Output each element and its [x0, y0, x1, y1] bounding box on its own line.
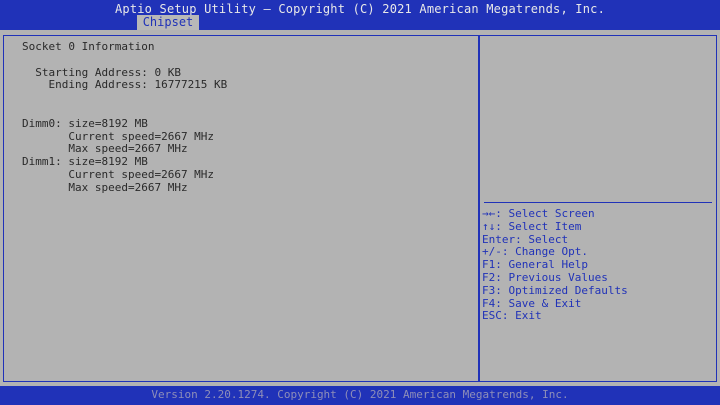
key-help-item: ESC: Exit — [482, 309, 628, 323]
key-desc: : Select — [515, 232, 569, 246]
key-name: F1 — [482, 258, 496, 272]
key-name: →← — [482, 207, 496, 220]
dimm0-size: Dimm0: size=8192 MB — [22, 116, 148, 130]
key-desc: : Optimized Defaults — [495, 283, 628, 297]
ending-address: Ending Address: 16777215 KB — [22, 78, 228, 92]
app-title: Aptio Setup Utility – Copyright (C) 2021… — [114, 2, 606, 16]
dimm1-current-speed: Current speed=2667 MHz — [22, 167, 215, 181]
key-name: ESC — [482, 309, 502, 323]
key-desc: : Select Screen — [495, 207, 595, 220]
dimm1-max-speed: Max speed=2667 MHz — [22, 180, 188, 194]
info-section: Socket 0 Information Starting Address: 0… — [22, 40, 228, 195]
help-divider — [478, 35, 480, 382]
key-desc: : Previous Values — [495, 270, 608, 284]
key-name: F2 — [482, 270, 496, 284]
key-name: Enter — [482, 232, 516, 246]
key-help-list: →←: Select Screen ↑↓: Select Item Enter:… — [482, 207, 628, 323]
key-desc: : Exit — [501, 309, 542, 323]
key-desc: : Save & Exit — [495, 296, 582, 310]
tab-chipset[interactable]: Chipset — [137, 15, 199, 30]
bios-screen: Aptio Setup Utility – Copyright (C) 2021… — [0, 0, 720, 405]
key-desc: : Select Item — [495, 219, 582, 233]
key-desc: : General Help — [495, 258, 588, 272]
key-name: F4 — [482, 296, 496, 310]
title-bar: Aptio Setup Utility – Copyright (C) 2021… — [0, 0, 720, 30]
key-name: +/- — [482, 245, 502, 259]
footer-version: Version 2.20.1274. Copyright (C) 2021 Am… — [0, 386, 720, 405]
key-desc: : Change Opt. — [501, 245, 588, 259]
key-name: F3 — [482, 283, 496, 297]
help-separator — [484, 202, 712, 203]
section-title: Socket 0 Information — [22, 40, 155, 53]
main-panel: Socket 0 Information Starting Address: 0… — [0, 30, 720, 386]
key-name: ↑↓ — [482, 219, 496, 233]
